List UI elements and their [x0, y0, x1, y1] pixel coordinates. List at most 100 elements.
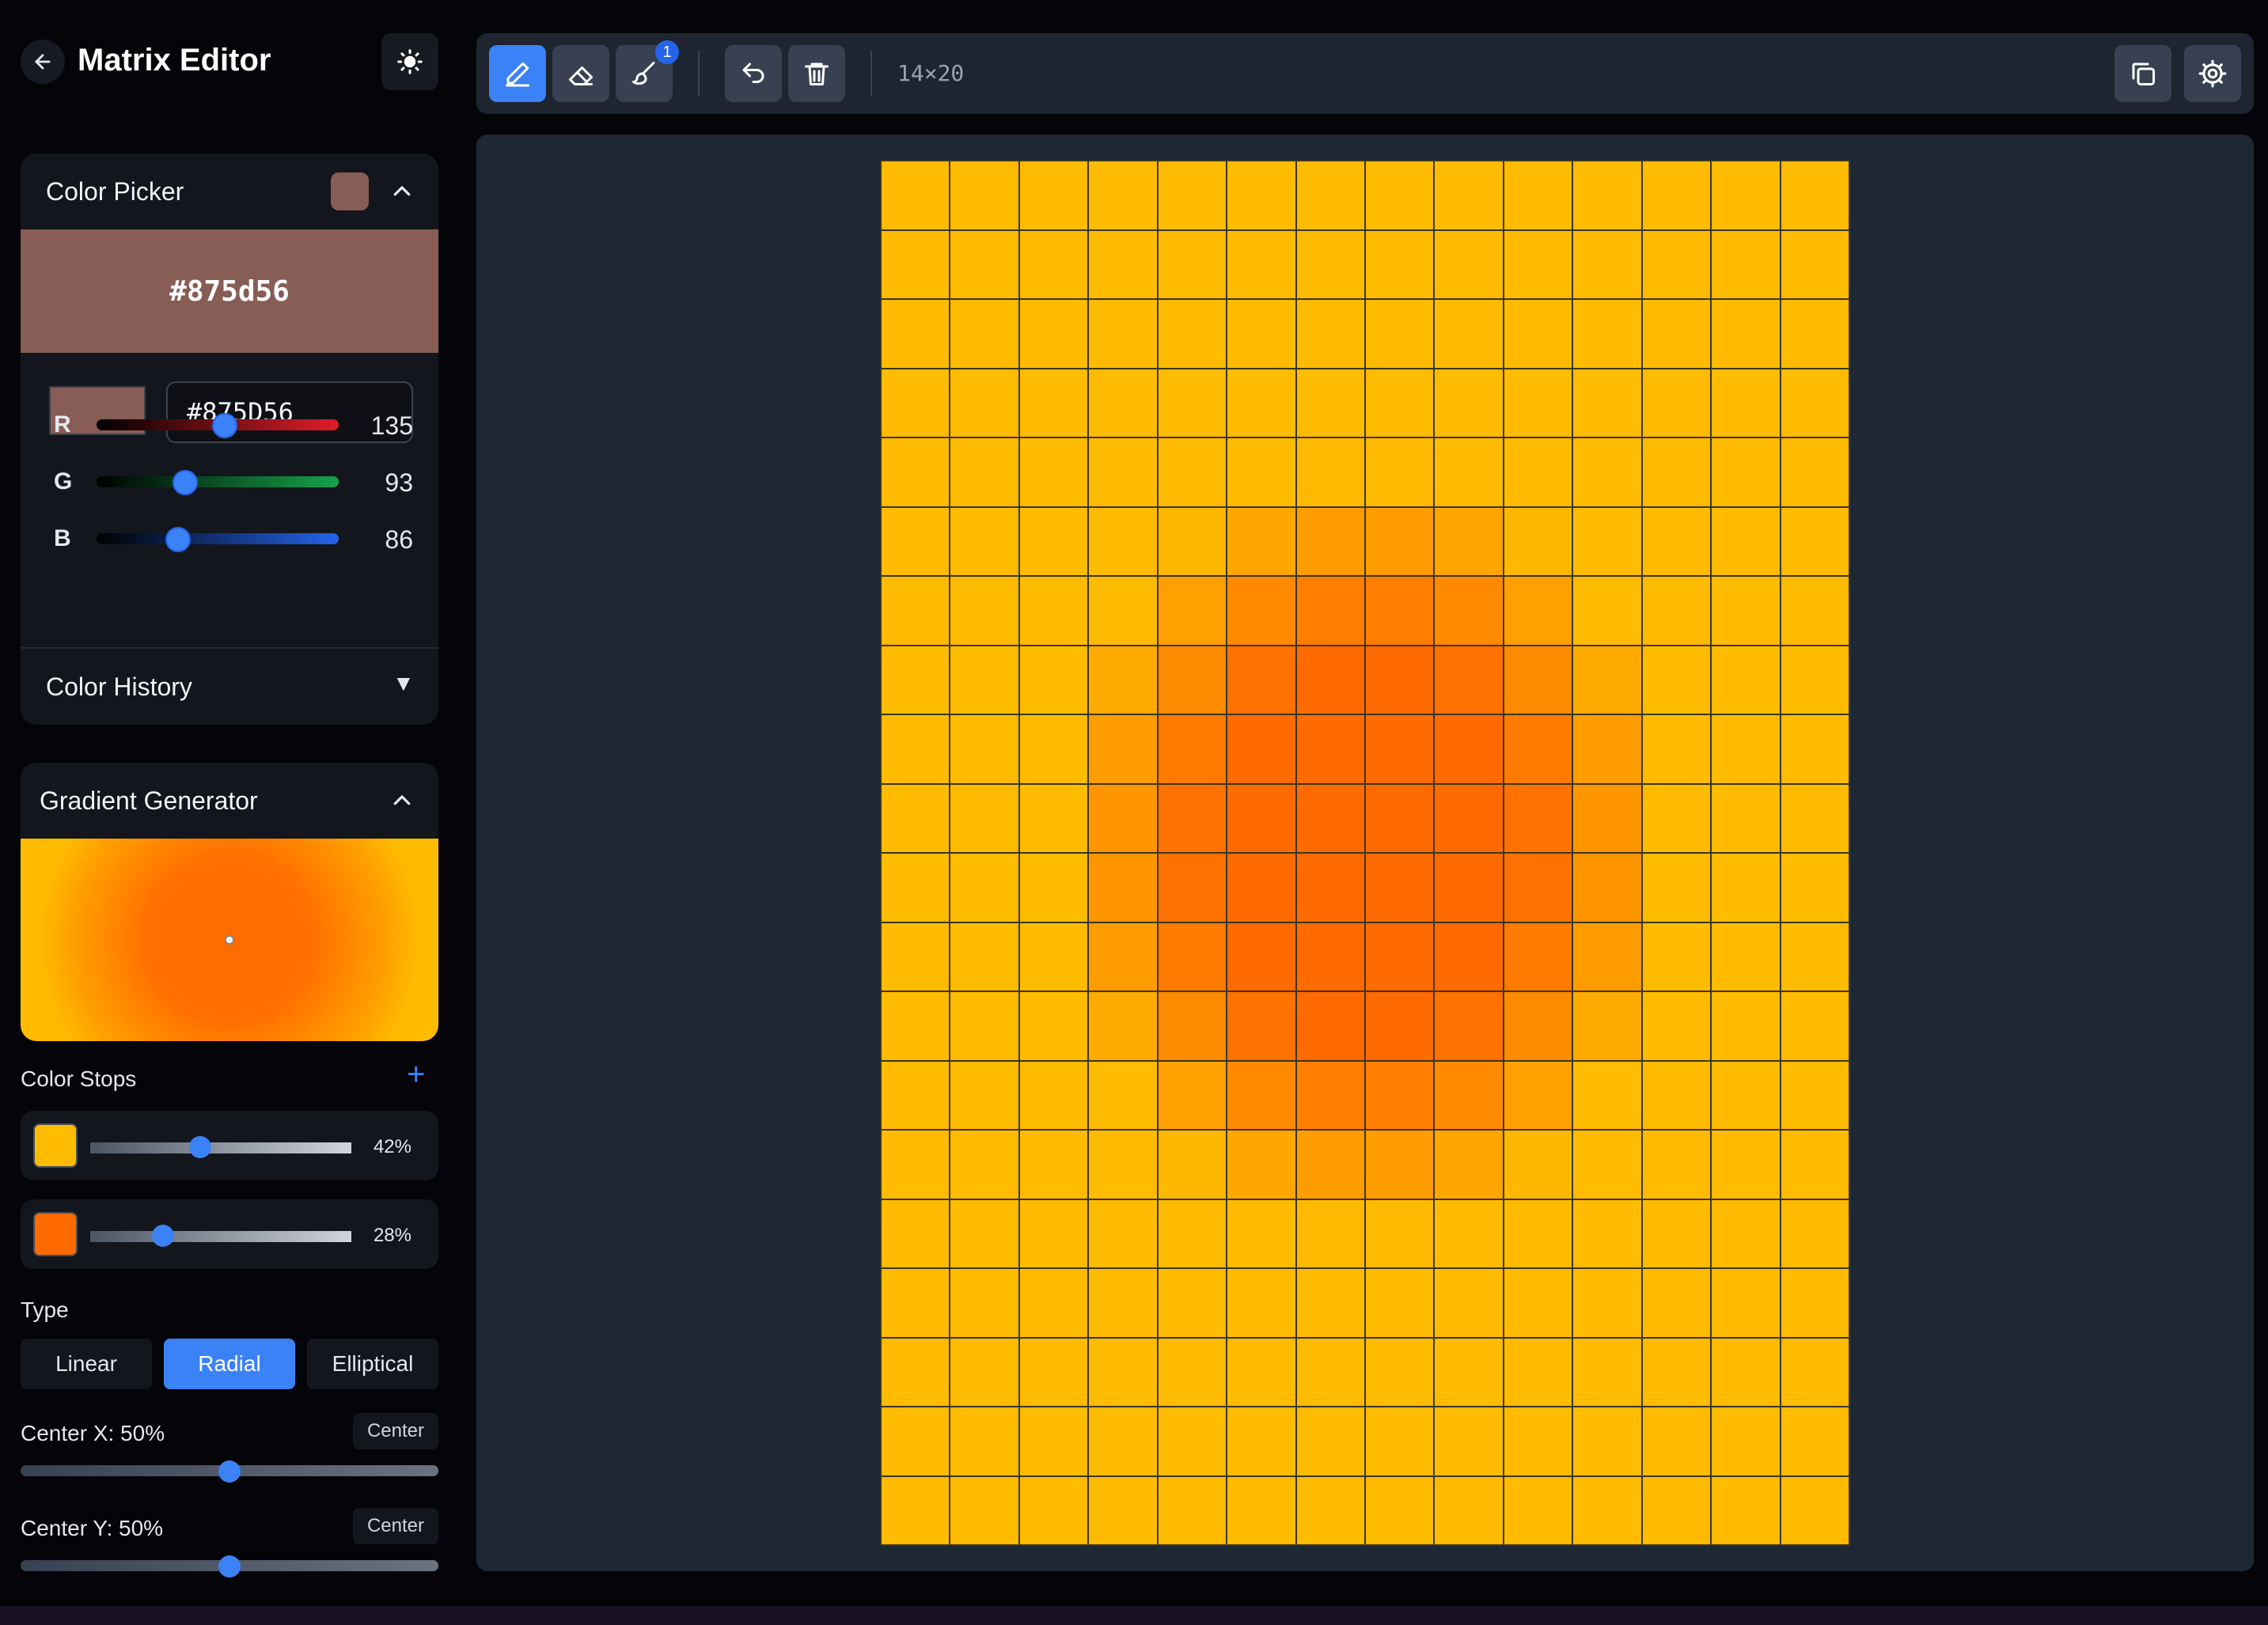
matrix-cell[interactable]	[1158, 507, 1227, 575]
matrix-cell[interactable]	[1366, 922, 1434, 991]
matrix-cell[interactable]	[1019, 646, 1088, 714]
matrix-cell[interactable]	[1227, 922, 1295, 991]
matrix-cell[interactable]	[1573, 715, 1641, 783]
matrix-cell[interactable]	[1435, 438, 1503, 506]
matrix-cell[interactable]	[1712, 715, 1780, 783]
matrix-cell[interactable]	[1573, 1061, 1641, 1129]
matrix-cell[interactable]	[1227, 1061, 1295, 1129]
matrix-cell[interactable]	[882, 1199, 950, 1267]
matrix-cell[interactable]	[1296, 1199, 1364, 1267]
matrix-cell[interactable]	[950, 784, 1018, 852]
matrix-cell[interactable]	[882, 784, 950, 852]
matrix-cell[interactable]	[1642, 784, 1711, 852]
matrix-cell[interactable]	[1781, 1476, 1849, 1544]
matrix-cell[interactable]	[1296, 922, 1364, 991]
matrix-cell[interactable]	[1089, 1061, 1157, 1129]
matrix-cell[interactable]	[1435, 922, 1503, 991]
matrix-cell[interactable]	[1019, 161, 1088, 229]
matrix-cell[interactable]	[1435, 1131, 1503, 1199]
matrix-cell[interactable]	[1712, 1338, 1780, 1406]
matrix-cell[interactable]	[1573, 369, 1641, 437]
blue-slider-track[interactable]	[97, 533, 339, 544]
matrix-cell[interactable]	[882, 922, 950, 991]
matrix-cell[interactable]	[1227, 646, 1295, 714]
matrix-cell[interactable]	[1089, 922, 1157, 991]
matrix-cell[interactable]	[1781, 1269, 1849, 1337]
stop-color-swatch[interactable]	[33, 1212, 78, 1256]
matrix-cell[interactable]	[1158, 784, 1227, 852]
matrix-cell[interactable]	[1227, 1338, 1295, 1406]
matrix-cell[interactable]	[1642, 300, 1711, 368]
matrix-cell[interactable]	[1158, 715, 1227, 783]
matrix-cell[interactable]	[950, 1407, 1018, 1475]
matrix-cell[interactable]	[1642, 1061, 1711, 1129]
matrix-cell[interactable]	[1712, 230, 1780, 298]
theme-toggle-button[interactable]	[381, 33, 438, 90]
matrix-cell[interactable]	[882, 230, 950, 298]
matrix-cell[interactable]	[882, 300, 950, 368]
matrix-cell[interactable]	[1366, 1199, 1434, 1267]
gradient-preview[interactable]	[21, 839, 438, 1041]
matrix-cell[interactable]	[1642, 230, 1711, 298]
matrix-cell[interactable]	[1296, 161, 1364, 229]
matrix-cell[interactable]	[1089, 1199, 1157, 1267]
matrix-cell[interactable]	[1504, 1338, 1572, 1406]
matrix-cell[interactable]	[1366, 1338, 1434, 1406]
matrix-cell[interactable]	[1366, 1476, 1434, 1544]
matrix-cell[interactable]	[882, 715, 950, 783]
matrix-cell[interactable]	[1781, 1131, 1849, 1199]
matrix-cell[interactable]	[1573, 1131, 1641, 1199]
matrix-cell[interactable]	[1504, 715, 1572, 783]
matrix-cell[interactable]	[1227, 715, 1295, 783]
matrix-cell[interactable]	[1227, 577, 1295, 645]
type-radial-button[interactable]: Radial	[164, 1339, 295, 1389]
matrix-cell[interactable]	[1227, 1407, 1295, 1475]
matrix-cell[interactable]	[1019, 1338, 1088, 1406]
matrix-cell[interactable]	[1158, 1476, 1227, 1544]
matrix-cell[interactable]	[882, 992, 950, 1060]
matrix-cell[interactable]	[1435, 161, 1503, 229]
back-button[interactable]	[21, 40, 65, 84]
matrix-cell[interactable]	[882, 854, 950, 922]
matrix-cell[interactable]	[950, 715, 1018, 783]
matrix-cell[interactable]	[882, 1061, 950, 1129]
matrix-cell[interactable]	[1781, 715, 1849, 783]
matrix-cell[interactable]	[1573, 1407, 1641, 1475]
matrix-cell[interactable]	[1089, 992, 1157, 1060]
matrix-cell[interactable]	[1089, 577, 1157, 645]
matrix-cell[interactable]	[1573, 577, 1641, 645]
stop-position-thumb[interactable]	[152, 1225, 175, 1247]
matrix-cell[interactable]	[950, 1131, 1018, 1199]
matrix-cell[interactable]	[1781, 438, 1849, 506]
matrix-cell[interactable]	[882, 1338, 950, 1406]
matrix-cell[interactable]	[1573, 922, 1641, 991]
matrix-cell[interactable]	[1781, 577, 1849, 645]
stop-color-swatch[interactable]	[33, 1123, 78, 1168]
matrix-cell[interactable]	[1019, 854, 1088, 922]
matrix-cell[interactable]	[1296, 1476, 1364, 1544]
matrix-cell[interactable]	[1296, 1269, 1364, 1337]
matrix-cell[interactable]	[1366, 1061, 1434, 1129]
matrix-cell[interactable]	[1781, 992, 1849, 1060]
matrix-cell[interactable]	[1573, 1476, 1641, 1544]
matrix-cell[interactable]	[1504, 854, 1572, 922]
matrix-cell[interactable]	[1712, 507, 1780, 575]
matrix-cell[interactable]	[1712, 1131, 1780, 1199]
matrix-cell[interactable]	[1089, 161, 1157, 229]
matrix-cell[interactable]	[1504, 784, 1572, 852]
matrix-cell[interactable]	[1642, 1199, 1711, 1267]
matrix-cell[interactable]	[1712, 1476, 1780, 1544]
matrix-cell[interactable]	[1573, 784, 1641, 852]
matrix-cell[interactable]	[1712, 577, 1780, 645]
matrix-cell[interactable]	[1366, 577, 1434, 645]
matrix-cell[interactable]	[1712, 854, 1780, 922]
matrix-cell[interactable]	[1227, 438, 1295, 506]
matrix-cell[interactable]	[1227, 1131, 1295, 1199]
matrix-cell[interactable]	[1089, 1407, 1157, 1475]
matrix-cell[interactable]	[1019, 992, 1088, 1060]
matrix-cell[interactable]	[1296, 1407, 1364, 1475]
matrix-cell[interactable]	[1366, 1131, 1434, 1199]
matrix-cell[interactable]	[1504, 438, 1572, 506]
matrix-cell[interactable]	[1296, 1131, 1364, 1199]
color-picker-header[interactable]: Color Picker	[21, 153, 438, 229]
